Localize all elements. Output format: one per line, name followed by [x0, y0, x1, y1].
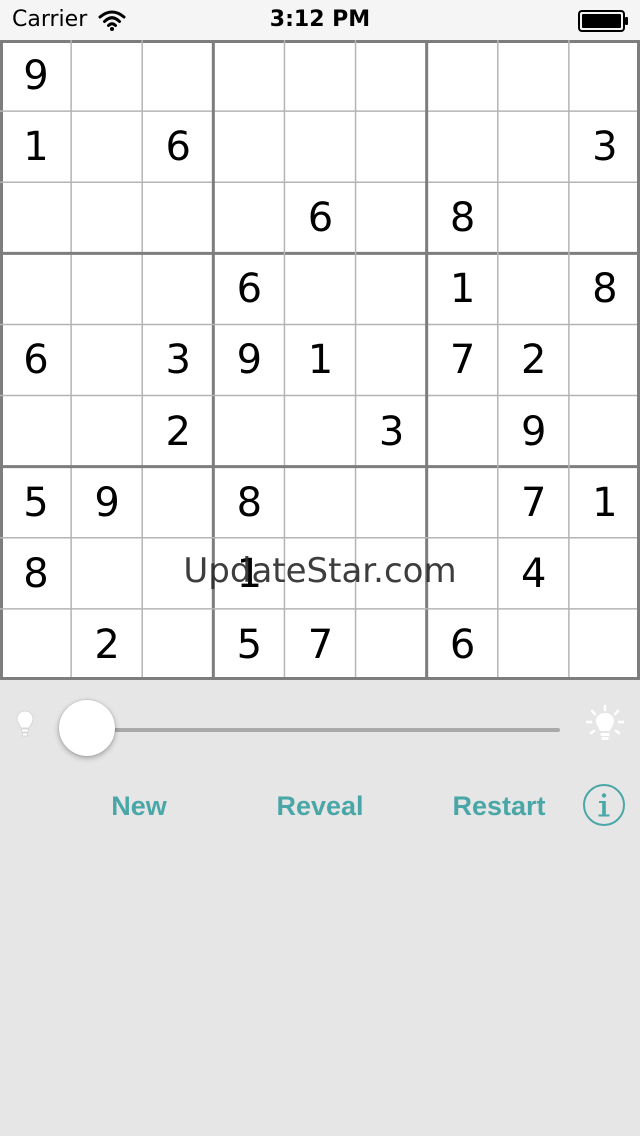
sudoku-cell-r1c7[interactable] [427, 41, 498, 112]
sudoku-board: 916368618639172239598718142576 UpdateSta… [0, 40, 640, 680]
sudoku-cell-r4c7[interactable]: 1 [427, 254, 498, 325]
sudoku-cell-r8c2[interactable] [72, 538, 143, 609]
sudoku-cell-r8c7[interactable] [427, 538, 498, 609]
sudoku-cell-r4c9[interactable]: 8 [569, 254, 640, 325]
sudoku-cell-r6c3[interactable]: 2 [143, 396, 214, 467]
reveal-button[interactable]: Reveal [254, 780, 386, 832]
sudoku-cell-r8c5[interactable] [285, 538, 356, 609]
sudoku-cell-r9c2[interactable]: 2 [72, 609, 143, 680]
sudoku-cell-r3c1[interactable] [1, 183, 72, 254]
sudoku-cell-r9c5[interactable]: 7 [285, 609, 356, 680]
sudoku-cell-r7c9[interactable]: 1 [569, 467, 640, 538]
sudoku-cell-r5c4[interactable]: 9 [214, 325, 285, 396]
sudoku-cell-r1c4[interactable] [214, 41, 285, 112]
sudoku-cell-r7c3[interactable] [143, 467, 214, 538]
sudoku-cell-r7c8[interactable]: 7 [498, 467, 569, 538]
sudoku-cell-r5c8[interactable]: 2 [498, 325, 569, 396]
sudoku-cell-r4c4[interactable]: 6 [214, 254, 285, 325]
bulb-bright-icon [585, 704, 625, 740]
sudoku-cell-r7c5[interactable] [285, 467, 356, 538]
sudoku-cell-r1c6[interactable] [356, 41, 427, 112]
sudoku-cell-r2c2[interactable] [72, 112, 143, 183]
sudoku-cell-r7c2[interactable]: 9 [72, 467, 143, 538]
sudoku-cell-r6c2[interactable] [72, 396, 143, 467]
sudoku-cell-r3c7[interactable]: 8 [427, 183, 498, 254]
sudoku-cell-r8c4[interactable]: 1 [214, 538, 285, 609]
sudoku-cell-r5c3[interactable]: 3 [143, 325, 214, 396]
sudoku-cell-r3c9[interactable] [569, 183, 640, 254]
sudoku-cell-r6c9[interactable] [569, 396, 640, 467]
restart-button[interactable]: Restart [436, 780, 562, 832]
sudoku-cell-r9c4[interactable]: 5 [214, 609, 285, 680]
sudoku-cell-r8c8[interactable]: 4 [498, 538, 569, 609]
battery-icon [578, 10, 628, 32]
sudoku-cell-r6c6[interactable]: 3 [356, 396, 427, 467]
sudoku-cell-r2c7[interactable] [427, 112, 498, 183]
sudoku-cell-r4c5[interactable] [285, 254, 356, 325]
sudoku-cell-r2c9[interactable]: 3 [569, 112, 640, 183]
sudoku-cell-r2c3[interactable]: 6 [143, 112, 214, 183]
sudoku-cell-r6c1[interactable] [1, 396, 72, 467]
sudoku-cell-r6c8[interactable]: 9 [498, 396, 569, 467]
status-time: 3:12 PM [269, 7, 371, 32]
hint-slider[interactable] [78, 728, 560, 732]
sudoku-cell-r4c1[interactable] [1, 254, 72, 325]
sudoku-cell-r3c6[interactable] [356, 183, 427, 254]
info-icon[interactable] [582, 783, 626, 827]
sudoku-cell-r1c8[interactable] [498, 41, 569, 112]
sudoku-cell-r4c8[interactable] [498, 254, 569, 325]
sudoku-cell-r3c5[interactable]: 6 [285, 183, 356, 254]
sudoku-cell-r7c6[interactable] [356, 467, 427, 538]
sudoku-cell-r9c7[interactable]: 6 [427, 609, 498, 680]
sudoku-cell-r8c1[interactable]: 8 [1, 538, 72, 609]
sudoku-cell-r5c9[interactable] [569, 325, 640, 396]
sudoku-cell-r7c1[interactable]: 5 [1, 467, 72, 538]
sudoku-cell-r6c7[interactable] [427, 396, 498, 467]
status-bar: Carrier 3:12 PM [0, 0, 640, 40]
sudoku-cell-r8c3[interactable] [143, 538, 214, 609]
sudoku-cell-r5c2[interactable] [72, 325, 143, 396]
sudoku-cell-r4c3[interactable] [143, 254, 214, 325]
sudoku-cell-r6c5[interactable] [285, 396, 356, 467]
sudoku-cell-r1c1[interactable]: 9 [1, 41, 72, 112]
sudoku-cell-r6c4[interactable] [214, 396, 285, 467]
hint-slider-thumb[interactable] [59, 700, 115, 756]
sudoku-cell-r7c7[interactable] [427, 467, 498, 538]
sudoku-cell-r9c3[interactable] [143, 609, 214, 680]
sudoku-cell-r4c2[interactable] [72, 254, 143, 325]
sudoku-cell-r5c1[interactable]: 6 [1, 325, 72, 396]
sudoku-cell-r2c1[interactable]: 1 [1, 112, 72, 183]
sudoku-cell-r5c6[interactable] [356, 325, 427, 396]
hint-slider-row [0, 690, 640, 770]
sudoku-cell-r9c1[interactable] [1, 609, 72, 680]
sudoku-cell-r3c2[interactable] [72, 183, 143, 254]
sudoku-cell-r3c4[interactable] [214, 183, 285, 254]
sudoku-cell-r8c9[interactable] [569, 538, 640, 609]
sudoku-cell-r7c4[interactable]: 8 [214, 467, 285, 538]
new-button[interactable]: New [88, 780, 190, 832]
sudoku-cell-r9c8[interactable] [498, 609, 569, 680]
sudoku-cell-r1c9[interactable] [569, 41, 640, 112]
sudoku-cell-r1c5[interactable] [285, 41, 356, 112]
sudoku-cell-r4c6[interactable] [356, 254, 427, 325]
sudoku-cell-r9c6[interactable] [356, 609, 427, 680]
sudoku-cell-r3c8[interactable] [498, 183, 569, 254]
action-button-row: New Reveal Restart [0, 780, 640, 832]
sudoku-cell-r2c8[interactable] [498, 112, 569, 183]
sudoku-cell-r2c4[interactable] [214, 112, 285, 183]
sudoku-cell-r2c5[interactable] [285, 112, 356, 183]
sudoku-cell-r5c5[interactable]: 1 [285, 325, 356, 396]
sudoku-cell-r9c9[interactable] [569, 609, 640, 680]
sudoku-cell-r2c6[interactable] [356, 112, 427, 183]
sudoku-cell-r8c6[interactable] [356, 538, 427, 609]
sudoku-cell-r1c2[interactable] [72, 41, 143, 112]
bulb-dim-icon [16, 710, 34, 737]
sudoku-cell-r1c3[interactable] [143, 41, 214, 112]
sudoku-cell-r5c7[interactable]: 7 [427, 325, 498, 396]
sudoku-cell-r3c3[interactable] [143, 183, 214, 254]
